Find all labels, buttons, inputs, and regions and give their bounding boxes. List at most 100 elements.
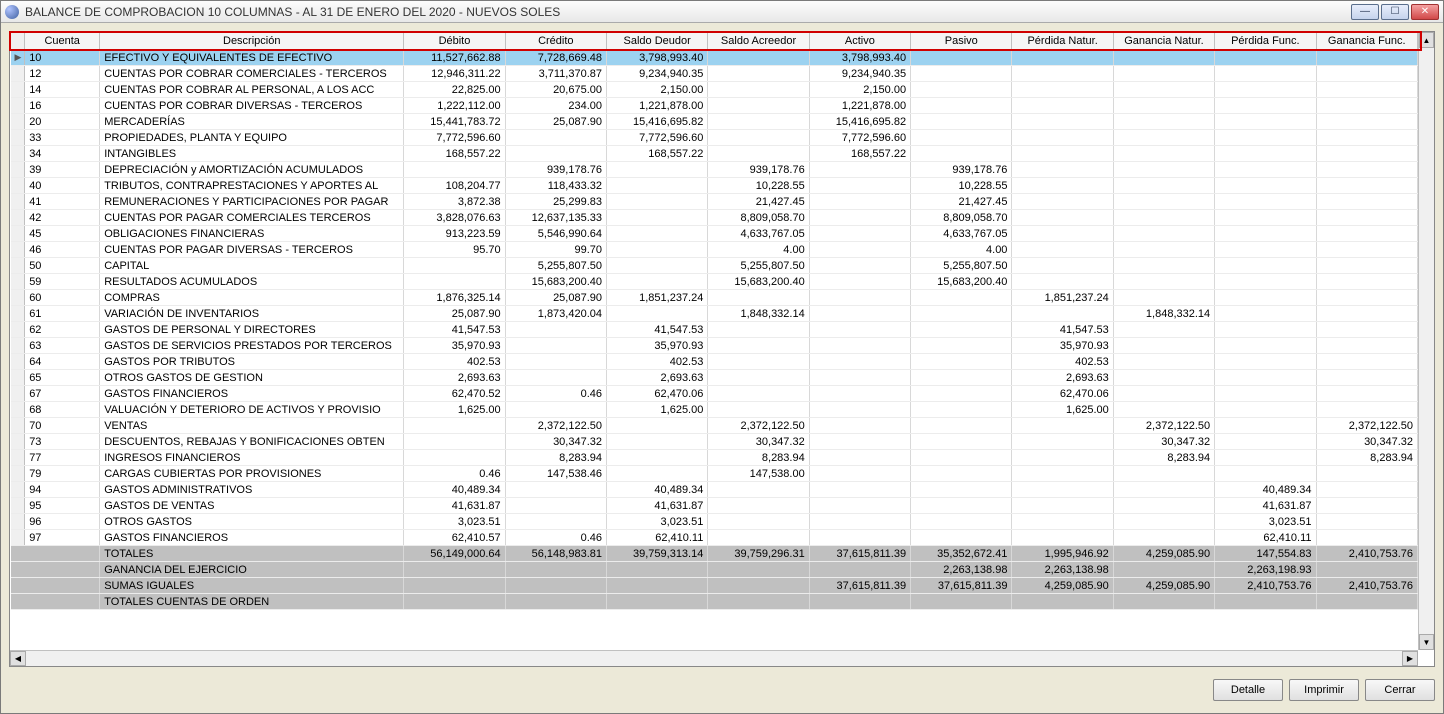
- cell-cuenta[interactable]: 77: [25, 450, 100, 466]
- cell-perdida-func[interactable]: [1215, 226, 1316, 242]
- col-credito[interactable]: Crédito: [505, 33, 606, 50]
- cell-saldo-deudor[interactable]: [607, 242, 708, 258]
- cell-ganancia-func[interactable]: [1316, 258, 1417, 274]
- cell-ganancia-natur[interactable]: [1113, 482, 1214, 498]
- cell-pasivo[interactable]: [911, 66, 1012, 82]
- cell-debito[interactable]: 41,631.87: [404, 498, 505, 514]
- cell-ganancia-func[interactable]: [1316, 162, 1417, 178]
- cell-ganancia-natur[interactable]: [1113, 178, 1214, 194]
- cell-debito[interactable]: 402.53: [404, 354, 505, 370]
- row-indicator[interactable]: [11, 306, 25, 322]
- cell-cuenta[interactable]: [25, 562, 100, 578]
- cell-debito[interactable]: [404, 418, 505, 434]
- cell-perdida-func[interactable]: [1215, 130, 1316, 146]
- col-pasivo[interactable]: Pasivo: [911, 33, 1012, 50]
- cell-cuenta[interactable]: 12: [25, 66, 100, 82]
- cell-credito[interactable]: [505, 322, 606, 338]
- cell-pasivo[interactable]: [911, 402, 1012, 418]
- row-indicator[interactable]: [11, 354, 25, 370]
- cell-perdida-natur[interactable]: 1,851,237.24: [1012, 290, 1113, 306]
- row-indicator[interactable]: [11, 146, 25, 162]
- cell-descripcion[interactable]: TRIBUTOS, CONTRAPRESTACIONES Y APORTES A…: [100, 178, 404, 194]
- cell-ganancia-natur[interactable]: 8,283.94: [1113, 450, 1214, 466]
- cell-ganancia-natur[interactable]: [1113, 146, 1214, 162]
- cell-saldo-deudor[interactable]: [607, 594, 708, 610]
- cell-saldo-acreedor[interactable]: [708, 530, 809, 546]
- cell-credito[interactable]: 7,728,669.48: [505, 50, 606, 66]
- table-row[interactable]: 63GASTOS DE SERVICIOS PRESTADOS POR TERC…: [11, 338, 1418, 354]
- row-indicator[interactable]: [11, 434, 25, 450]
- cell-ganancia-func[interactable]: [1316, 242, 1417, 258]
- row-indicator[interactable]: [11, 242, 25, 258]
- cell-activo[interactable]: 1,221,878.00: [809, 98, 910, 114]
- table-row[interactable]: 61VARIACIÓN DE INVENTARIOS25,087.901,873…: [11, 306, 1418, 322]
- cell-perdida-natur[interactable]: [1012, 114, 1113, 130]
- cell-descripcion[interactable]: GASTOS FINANCIEROS: [100, 530, 404, 546]
- row-indicator[interactable]: [11, 178, 25, 194]
- row-indicator[interactable]: [11, 482, 25, 498]
- cell-ganancia-func[interactable]: [1316, 274, 1417, 290]
- cell-credito[interactable]: [505, 594, 606, 610]
- cell-debito[interactable]: 168,557.22: [404, 146, 505, 162]
- cell-saldo-deudor[interactable]: 3,798,993.40: [607, 50, 708, 66]
- cell-perdida-natur[interactable]: [1012, 482, 1113, 498]
- cell-saldo-acreedor[interactable]: 1,848,332.14: [708, 306, 809, 322]
- cell-saldo-acreedor[interactable]: [708, 66, 809, 82]
- cell-descripcion[interactable]: TOTALES: [100, 546, 404, 562]
- cell-ganancia-natur[interactable]: [1113, 498, 1214, 514]
- table-row[interactable]: 34INTANGIBLES168,557.22168,557.22168,557…: [11, 146, 1418, 162]
- cell-pasivo[interactable]: 15,683,200.40: [911, 274, 1012, 290]
- table-row[interactable]: 73DESCUENTOS, REBAJAS Y BONIFICACIONES O…: [11, 434, 1418, 450]
- cell-ganancia-natur[interactable]: [1113, 322, 1214, 338]
- cell-activo[interactable]: [809, 338, 910, 354]
- cell-saldo-deudor[interactable]: [607, 466, 708, 482]
- col-ganancia-func[interactable]: Ganancia Func.: [1316, 33, 1417, 50]
- table-row[interactable]: 94GASTOS ADMINISTRATIVOS40,489.3440,489.…: [11, 482, 1418, 498]
- cell-saldo-deudor[interactable]: 402.53: [607, 354, 708, 370]
- cell-cuenta[interactable]: 68: [25, 402, 100, 418]
- cell-activo[interactable]: [809, 274, 910, 290]
- cell-perdida-natur[interactable]: [1012, 82, 1113, 98]
- row-indicator[interactable]: [11, 514, 25, 530]
- cell-saldo-acreedor[interactable]: 8,809,058.70: [708, 210, 809, 226]
- cell-debito[interactable]: [404, 162, 505, 178]
- table-row[interactable]: 60COMPRAS1,876,325.1425,087.901,851,237.…: [11, 290, 1418, 306]
- cell-perdida-func[interactable]: [1215, 98, 1316, 114]
- cell-saldo-deudor[interactable]: 9,234,940.35: [607, 66, 708, 82]
- cell-debito[interactable]: 3,872.38: [404, 194, 505, 210]
- cell-pasivo[interactable]: [911, 130, 1012, 146]
- cell-perdida-natur[interactable]: [1012, 594, 1113, 610]
- cell-descripcion[interactable]: CUENTAS POR COBRAR DIVERSAS - TERCEROS: [100, 98, 404, 114]
- cell-ganancia-func[interactable]: 2,410,753.76: [1316, 578, 1417, 594]
- cell-pasivo[interactable]: [911, 450, 1012, 466]
- cell-descripcion[interactable]: GASTOS DE SERVICIOS PRESTADOS POR TERCER…: [100, 338, 404, 354]
- cell-ganancia-natur[interactable]: [1113, 290, 1214, 306]
- cell-descripcion[interactable]: GASTOS ADMINISTRATIVOS: [100, 482, 404, 498]
- cell-activo[interactable]: 2,150.00: [809, 82, 910, 98]
- cell-ganancia-func[interactable]: [1316, 594, 1417, 610]
- cell-perdida-func[interactable]: [1215, 114, 1316, 130]
- cell-pasivo[interactable]: 2,263,138.98: [911, 562, 1012, 578]
- cell-saldo-acreedor[interactable]: [708, 290, 809, 306]
- cell-saldo-acreedor[interactable]: 39,759,296.31: [708, 546, 809, 562]
- row-indicator[interactable]: [11, 562, 25, 578]
- cell-descripcion[interactable]: VENTAS: [100, 418, 404, 434]
- cell-activo[interactable]: [809, 258, 910, 274]
- cell-ganancia-natur[interactable]: 4,259,085.90: [1113, 546, 1214, 562]
- row-indicator[interactable]: [11, 578, 25, 594]
- cell-perdida-natur[interactable]: [1012, 226, 1113, 242]
- cell-perdida-natur[interactable]: [1012, 274, 1113, 290]
- cell-debito[interactable]: 1,222,112.00: [404, 98, 505, 114]
- cell-descripcion[interactable]: SUMAS IGUALES: [100, 578, 404, 594]
- table-row[interactable]: 64GASTOS POR TRIBUTOS402.53402.53402.53: [11, 354, 1418, 370]
- cell-credito[interactable]: 5,255,807.50: [505, 258, 606, 274]
- cell-perdida-natur[interactable]: 402.53: [1012, 354, 1113, 370]
- table-row[interactable]: 68VALUACIÓN Y DETERIORO DE ACTIVOS Y PRO…: [11, 402, 1418, 418]
- cell-pasivo[interactable]: [911, 82, 1012, 98]
- cell-perdida-natur[interactable]: [1012, 450, 1113, 466]
- cell-debito[interactable]: 3,828,076.63: [404, 210, 505, 226]
- cell-saldo-deudor[interactable]: [607, 434, 708, 450]
- cell-perdida-natur[interactable]: [1012, 66, 1113, 82]
- cell-cuenta[interactable]: 64: [25, 354, 100, 370]
- cell-cuenta[interactable]: 46: [25, 242, 100, 258]
